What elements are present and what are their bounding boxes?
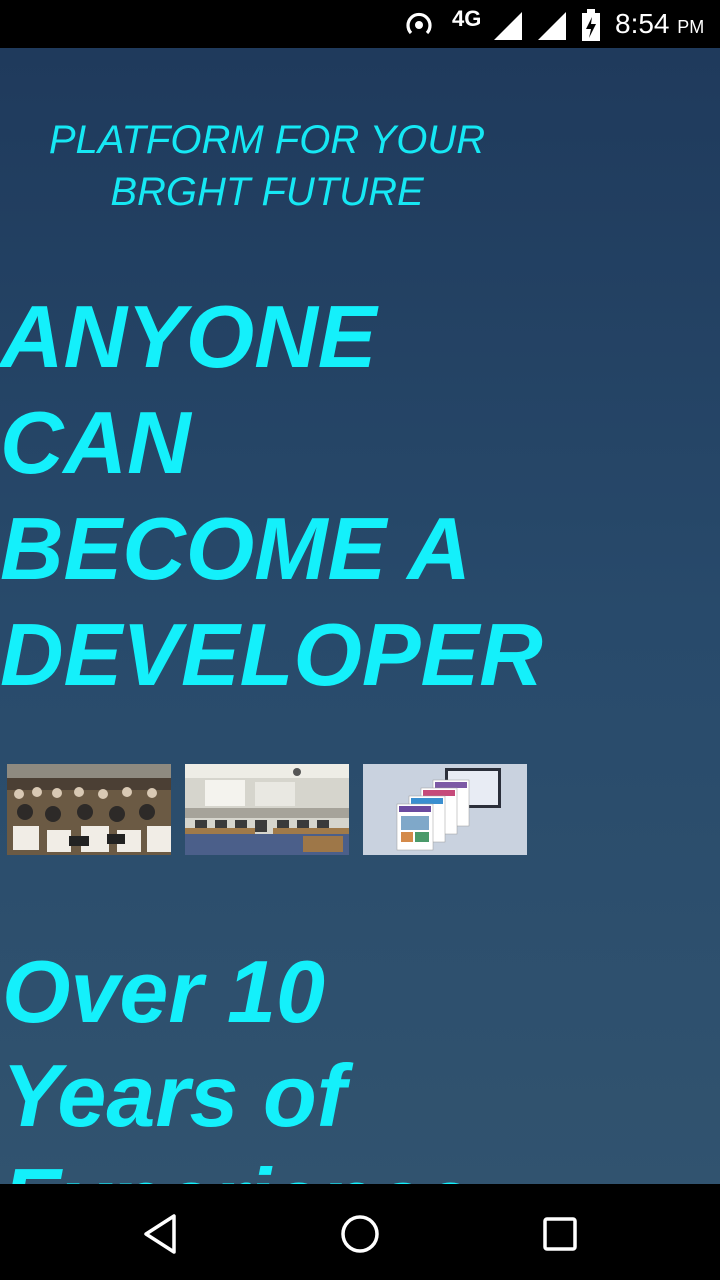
- status-bar: 4G 8:54 PM: [0, 0, 720, 48]
- navigation-bar: [0, 1184, 720, 1280]
- home-icon[interactable]: [334, 1208, 386, 1260]
- tagline: PLATFORM FOR YOUR BRGHT FUTURE: [30, 114, 504, 218]
- headline-line: ANYONE: [0, 287, 377, 386]
- experience-line: Experience: [2, 1148, 720, 1184]
- network-type-label: 4G: [452, 6, 482, 31]
- hotspot-icon: [406, 12, 432, 35]
- recents-icon[interactable]: [534, 1208, 586, 1260]
- website-screens-photo: [363, 764, 527, 855]
- tagline-line: BRGHT FUTURE: [110, 170, 424, 214]
- signal-icon: [494, 12, 522, 40]
- time-value: 8:54: [615, 8, 670, 39]
- headline-line: BECOME A: [0, 499, 471, 598]
- tagline-line: PLATFORM FOR YOUR: [48, 118, 486, 162]
- image-gallery: [7, 764, 527, 856]
- headline-line: DEVELOPER: [0, 605, 543, 704]
- main-content[interactable]: PLATFORM FOR YOUR BRGHT FUTURE ANYONE CA…: [0, 48, 720, 1184]
- headline: ANYONE CAN BECOME A DEVELOPER: [0, 284, 720, 708]
- signal-icon: [538, 12, 566, 40]
- back-icon[interactable]: [134, 1208, 186, 1260]
- experience-line: Over 10: [2, 942, 325, 1041]
- computer-lab-photo: [185, 764, 349, 855]
- battery-charging-icon: [582, 9, 600, 41]
- headline-line: CAN: [0, 393, 191, 492]
- time-ampm: PM: [677, 17, 705, 37]
- experience-line: Years of: [2, 1046, 347, 1145]
- status-time: 8:54 PM: [615, 8, 704, 40]
- lecture-hall-photo: [7, 764, 171, 855]
- experience-heading: Over 10 Years of Experience: [2, 940, 720, 1184]
